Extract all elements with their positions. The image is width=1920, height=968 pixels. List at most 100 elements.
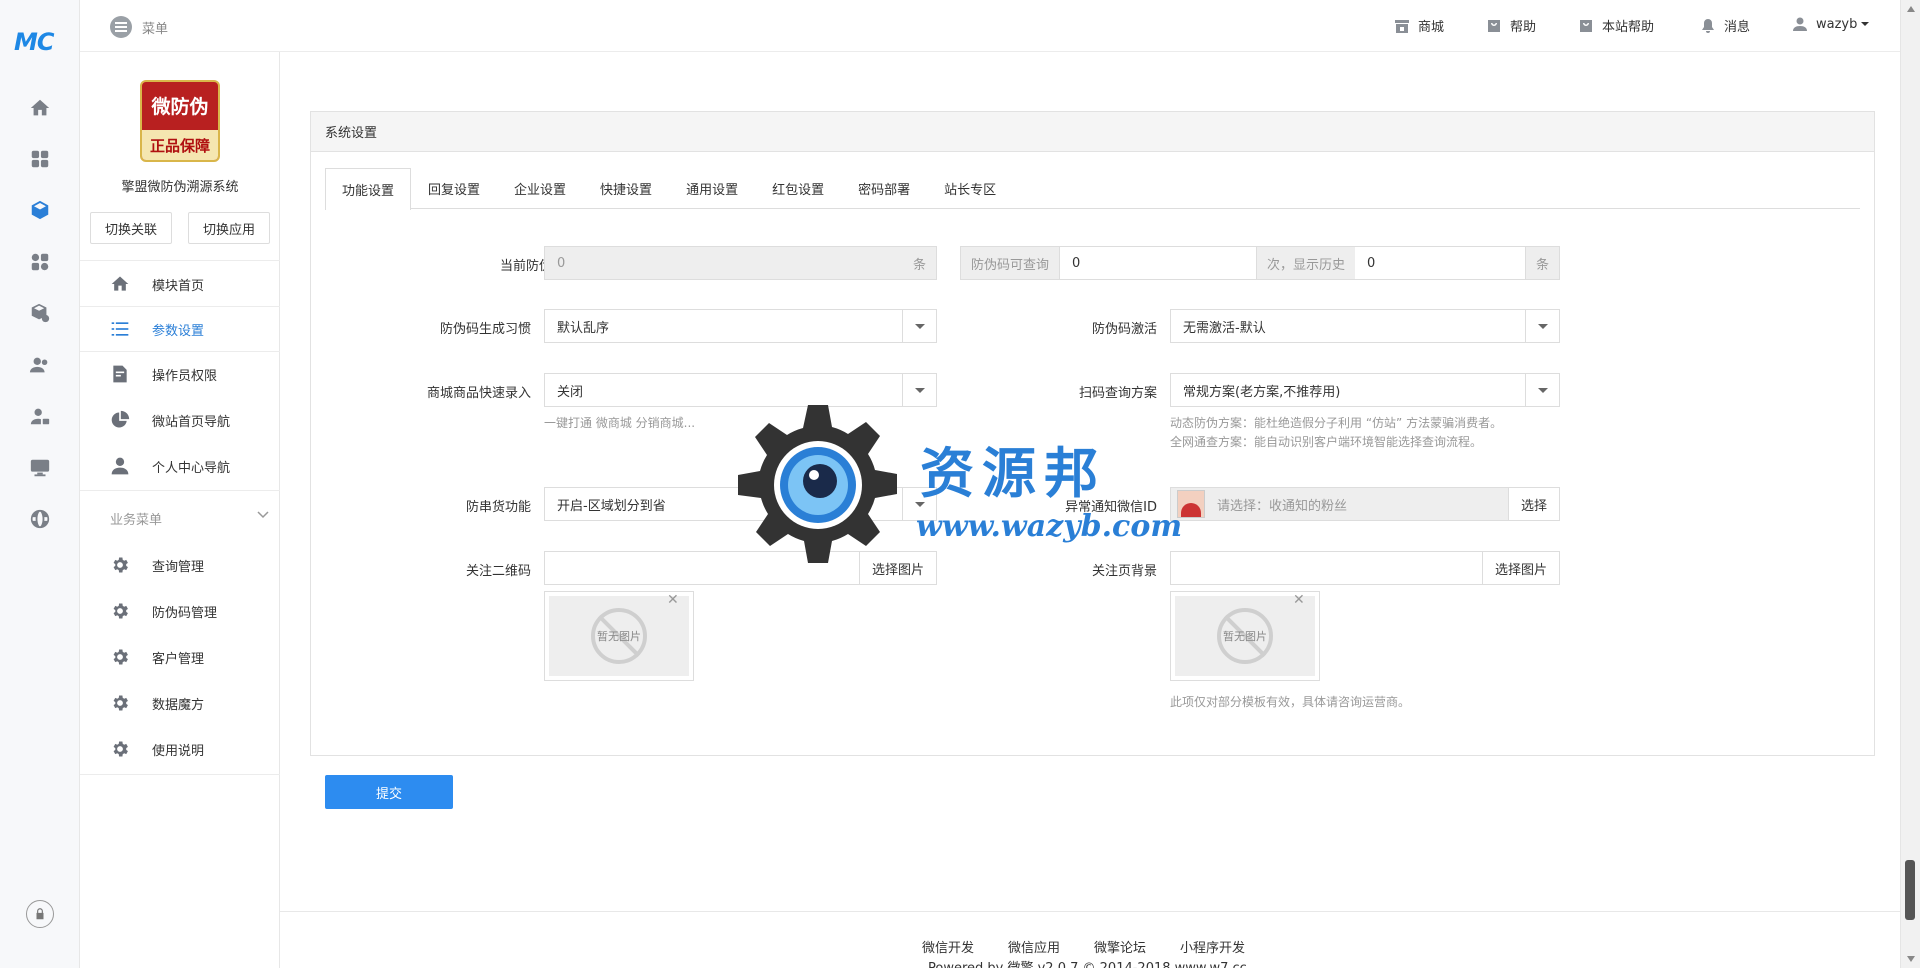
menu-label: 菜单 bbox=[142, 21, 169, 37]
store-icon bbox=[1395, 19, 1409, 33]
brand-logo: 微防伪 正品保障 bbox=[140, 80, 220, 162]
switch-app-button[interactable]: 切换应用 bbox=[188, 212, 270, 244]
help-bag-icon bbox=[1488, 19, 1500, 32]
tab-shortcut-settings[interactable]: 快捷设置 bbox=[583, 167, 669, 209]
mall-link[interactable]: 商城 bbox=[1394, 16, 1444, 35]
tab-redpacket-settings[interactable]: 红包设置 bbox=[755, 167, 841, 209]
powered-by: Powered by 微擎 v2.0.7 © 2014-2018 www.w7.… bbox=[928, 957, 1247, 968]
scroll-down-icon[interactable] bbox=[1907, 956, 1915, 962]
cube-icon[interactable] bbox=[24, 194, 56, 226]
follow-qr-label: 关注二维码 bbox=[465, 564, 531, 579]
quick-entry-select[interactable]: 关闭 bbox=[544, 373, 937, 407]
tab-function-settings[interactable]: 功能设置 bbox=[325, 168, 412, 210]
site-help-link[interactable]: 本站帮助 bbox=[1578, 16, 1654, 35]
notify-select-button[interactable]: 选择 bbox=[1507, 488, 1559, 520]
notify-wechat-placeholder: 请选择：收通知的粉丝 bbox=[1217, 498, 1348, 514]
sidebar-item-site-home-nav[interactable]: 微站首页导航 bbox=[80, 398, 280, 442]
brand-logo-bottom-text: 正品保障 bbox=[149, 137, 210, 155]
scroll-up-icon[interactable] bbox=[1907, 6, 1915, 12]
notify-wechat-field: 请选择：收通知的粉丝 选择 bbox=[1170, 487, 1560, 521]
scroll-thumb[interactable] bbox=[1905, 860, 1915, 920]
tab-company-settings[interactable]: 企业设置 bbox=[497, 167, 583, 209]
scan-plan-help-2: 全网通查方案：能自动识别客户端环境智能选择查询流程。 bbox=[1170, 435, 1483, 449]
icon-rail: MC bbox=[0, 0, 80, 968]
module-sidebar: 微防伪 正品保障 擎盟微防伪溯源系统 切换关联 切换应用 模块首页 参数设置 操… bbox=[80, 52, 280, 968]
app-window: MC 菜单 商城 帮助 本站帮助 消息 wazyb 微防伪 正品保障 擎盟微防伪… bbox=[0, 0, 1920, 968]
footer-link-forum[interactable]: 微擎论坛 bbox=[1094, 937, 1146, 956]
list-icon bbox=[110, 16, 132, 38]
follow-bg-label: 关注页背景 bbox=[1091, 564, 1157, 579]
caret-down-icon bbox=[902, 374, 936, 406]
activate-value: 无需激活-默认 bbox=[1183, 320, 1266, 336]
apps-grid-icon[interactable] bbox=[24, 143, 56, 175]
sidebar-item-operator-permissions[interactable]: 操作员权限 bbox=[80, 352, 280, 396]
follow-qr-pick-button[interactable]: 选择图片 bbox=[858, 552, 936, 584]
sidebar-item-customer-management[interactable]: 客户管理 bbox=[80, 635, 280, 679]
tab-password-deploy[interactable]: 密码部署 bbox=[841, 167, 927, 209]
brand-logo-top-text: 微防伪 bbox=[151, 96, 209, 118]
anti-diversion-select[interactable]: 开启-区域划分到省 bbox=[544, 487, 937, 521]
quick-entry-value: 关闭 bbox=[557, 384, 584, 400]
scan-plan-select[interactable]: 常规方案(老方案,不推荐用) bbox=[1170, 373, 1560, 407]
panel-title: 系统设置 bbox=[311, 112, 1874, 152]
query-count-input[interactable]: 0 bbox=[1060, 256, 1256, 271]
switch-link-button[interactable]: 切换关联 bbox=[90, 212, 172, 244]
sidebar-item-label: 微站首页导航 bbox=[152, 414, 231, 430]
user-menu[interactable]: wazyb bbox=[1792, 16, 1870, 32]
no-image-icon: 暂无图片 bbox=[591, 608, 647, 664]
lock-icon[interactable] bbox=[26, 900, 54, 928]
remaining-field: 0 条 bbox=[544, 246, 937, 280]
anti-diversion-label: 防串货功能 bbox=[465, 500, 531, 515]
query-prefix: 防伪码可查询 bbox=[961, 247, 1061, 279]
footer-links: 微信开发 微信应用 微擎论坛 小程序开发 bbox=[922, 937, 1245, 956]
caret-down-icon bbox=[1861, 22, 1870, 26]
users-icon[interactable] bbox=[24, 349, 56, 381]
sidebar-item-label: 防伪码管理 bbox=[152, 605, 218, 621]
chevron-down-icon[interactable] bbox=[256, 508, 270, 522]
remaining-unit: 条 bbox=[902, 247, 936, 279]
activate-select[interactable]: 无需激活-默认 bbox=[1170, 309, 1560, 343]
package-settings-icon[interactable] bbox=[24, 297, 56, 329]
footer-link-wechat-dev[interactable]: 微信开发 bbox=[922, 937, 974, 956]
sidebar-item-instructions[interactable]: 使用说明 bbox=[80, 727, 280, 771]
tab-general-settings[interactable]: 通用设置 bbox=[669, 167, 755, 209]
sidebar-item-module-home[interactable]: 模块首页 bbox=[80, 262, 280, 306]
close-icon[interactable]: ✕ bbox=[667, 592, 679, 608]
fan-avatar bbox=[1177, 490, 1205, 518]
footer-link-wechat-apps[interactable]: 微信应用 bbox=[1008, 937, 1060, 956]
monitor-icon[interactable] bbox=[24, 452, 56, 484]
app-logo[interactable]: MC bbox=[14, 28, 54, 56]
sidebar-item-label: 查询管理 bbox=[152, 559, 205, 575]
sidebar-item-params[interactable]: 参数设置 bbox=[80, 307, 280, 351]
sidebar-item-personal-center-nav[interactable]: 个人中心导航 bbox=[80, 444, 280, 488]
menu-toggle[interactable]: 菜单 bbox=[110, 16, 168, 38]
gear-icon bbox=[113, 741, 128, 757]
history-count-input[interactable]: 0 bbox=[1355, 256, 1525, 271]
sidebar-item-label: 使用说明 bbox=[152, 743, 205, 759]
footer-link-miniprogram[interactable]: 小程序开发 bbox=[1180, 937, 1245, 956]
sidebar-item-data-cube[interactable]: 数据魔方 bbox=[80, 681, 280, 725]
gear-icon bbox=[113, 557, 128, 573]
sidebar-item-query-management[interactable]: 查询管理 bbox=[80, 543, 280, 587]
caret-down-icon bbox=[902, 310, 936, 342]
tab-reply-settings[interactable]: 回复设置 bbox=[411, 167, 497, 209]
close-icon[interactable]: ✕ bbox=[1293, 592, 1305, 608]
home-icon[interactable] bbox=[24, 92, 56, 124]
notify-wechat-label: 异常通知微信ID bbox=[1065, 500, 1157, 515]
settings-panel: 系统设置 功能设置 回复设置 企业设置 快捷设置 通用设置 红包设置 密码部署 … bbox=[310, 111, 1875, 756]
mall-label: 商城 bbox=[1418, 20, 1445, 35]
messages-link[interactable]: 消息 bbox=[1700, 16, 1750, 35]
globe-icon[interactable] bbox=[24, 503, 56, 535]
sidebar-item-code-management[interactable]: 防伪码管理 bbox=[80, 589, 280, 633]
follow-bg-pick-button[interactable]: 选择图片 bbox=[1481, 552, 1559, 584]
sidebar-item-label: 模块首页 bbox=[152, 278, 205, 294]
user-icon bbox=[111, 457, 129, 475]
submit-button[interactable]: 提交 bbox=[325, 775, 453, 809]
vertical-scrollbar[interactable] bbox=[1900, 0, 1920, 968]
query-mid-label: 次，显示历史 bbox=[1256, 247, 1356, 279]
user-lock-icon[interactable] bbox=[24, 400, 56, 432]
gen-habit-select[interactable]: 默认乱序 bbox=[544, 309, 937, 343]
modules-icon[interactable] bbox=[24, 246, 56, 278]
help-link[interactable]: 帮助 bbox=[1486, 16, 1536, 35]
tab-webmaster-zone[interactable]: 站长专区 bbox=[927, 167, 1013, 209]
